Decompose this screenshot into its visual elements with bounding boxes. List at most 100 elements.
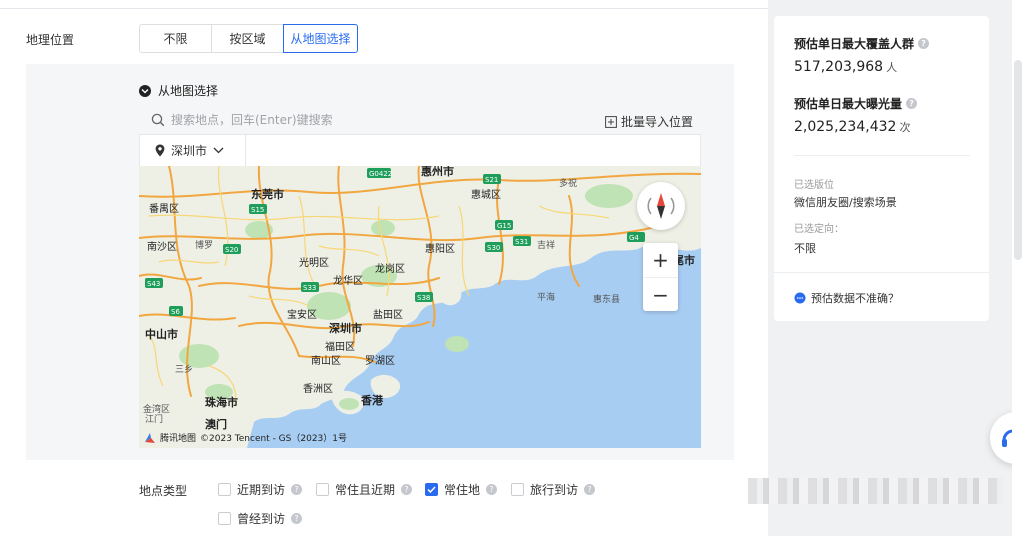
blurred-region	[748, 478, 1003, 504]
checkbox[interactable]	[316, 483, 329, 496]
map-label-duoxiang: 多祝	[559, 179, 578, 189]
checkbox[interactable]	[511, 483, 524, 496]
targeting-value: 不限	[794, 242, 816, 255]
map-label-longgang: 龙岗区	[375, 264, 405, 275]
map-label-sanxiang: 三乡	[175, 365, 194, 375]
map-label-huidong: 惠东县	[593, 295, 621, 305]
geo-option-from-map[interactable]: 从地图选择	[283, 24, 358, 53]
city-name: 深圳市	[171, 144, 208, 158]
map-label-macau: 澳门	[205, 418, 227, 431]
map-label-zhongshan: 中山市	[145, 328, 178, 341]
estimate-card: 预估单日最大覆盖人群 ? 517,203,968 人 预估单日最大曝光量 ? 2,…	[774, 16, 989, 321]
batch-import-button[interactable]: 批量导入位置	[605, 113, 693, 130]
city-selector[interactable]: 深圳市	[140, 135, 246, 166]
map-label-dongguan: 东莞市	[251, 188, 284, 201]
location-type-option-resident-and-recent[interactable]: 常住且近期 ?	[316, 481, 413, 498]
tencent-map-logo-icon	[144, 432, 156, 444]
city-row: 深圳市	[139, 134, 701, 166]
max-coverage-number: 517,203,968	[794, 59, 884, 75]
help-icon[interactable]: ?	[401, 484, 413, 495]
option-label: 曾经到访	[237, 512, 286, 526]
zoom-control: + −	[643, 243, 678, 311]
road-badge-s33: S33	[303, 284, 316, 292]
map-search-row: 批量导入位置	[139, 106, 701, 134]
map-label-panyu: 番禺区	[149, 204, 179, 215]
road-badge-s21: S21	[485, 176, 498, 184]
location-type-option-travel[interactable]: 旅行到访 ?	[511, 481, 596, 498]
geo-label: 地理位置	[26, 33, 75, 47]
search-icon	[151, 113, 165, 127]
map-label-yantian: 盐田区	[373, 310, 403, 321]
location-pin-icon	[155, 144, 165, 157]
divider	[794, 155, 970, 156]
max-coverage-value: 517,203,968 人	[794, 59, 897, 75]
road-badge-s38: S38	[417, 294, 430, 302]
road-badge-s15: S15	[251, 206, 264, 214]
road-badge-g0422: G0422	[369, 170, 392, 178]
chat-bubble-icon	[794, 292, 806, 304]
geo-segmented-control: 不限 按区域 从地图选择	[139, 24, 358, 53]
max-exposure-unit: 次	[899, 121, 911, 134]
placement-label: 已选版位	[794, 180, 834, 191]
targeting-label: 已选定向：	[794, 224, 844, 235]
chevron-down-icon	[213, 147, 224, 154]
map-label-longhua: 龙华区	[333, 276, 363, 287]
map-view[interactable]: G0422 S21 S30 G15 S33 S43 S38 S15 S31 G4…	[139, 166, 701, 448]
road-badge-g4: G4	[629, 234, 639, 242]
map-label-hongkong: 香港	[361, 394, 383, 407]
inaccurate-estimate-link[interactable]: 预估数据不准确？	[794, 290, 899, 306]
batch-import-label: 批量导入位置	[620, 115, 693, 129]
map-label-pinghai: 平海	[537, 293, 556, 303]
location-type-label: 地点类型	[139, 484, 188, 498]
location-type-option-recent[interactable]: 近期到访 ?	[218, 481, 303, 498]
geo-option-unlimited[interactable]: 不限	[139, 24, 212, 53]
map-search-input[interactable]	[171, 113, 571, 127]
divider	[774, 272, 989, 273]
help-icon[interactable]: ?	[486, 484, 498, 495]
map-label-huicheng: 惠城区	[471, 190, 501, 201]
help-icon[interactable]: ?	[918, 38, 930, 49]
road-badge-s31: S31	[515, 238, 528, 246]
help-icon[interactable]: ?	[291, 484, 303, 495]
compass-button[interactable]	[637, 182, 685, 230]
road-badge-s43: S43	[147, 280, 160, 288]
zoom-out-button[interactable]: −	[643, 277, 678, 311]
option-label: 常住地	[444, 483, 481, 497]
checkbox[interactable]	[218, 512, 231, 525]
map-label-huizhou: 惠州市	[421, 166, 454, 178]
map-label-guangming: 光明区	[299, 258, 329, 269]
check-icon	[427, 486, 436, 493]
road-badge-g15: G15	[497, 222, 511, 230]
max-coverage-title: 预估单日最大覆盖人群 ?	[794, 35, 930, 52]
plus-square-icon	[605, 115, 617, 128]
map-label-luohu: 罗湖区	[365, 356, 395, 367]
location-type-option-visited[interactable]: 曾经到访 ?	[218, 510, 303, 527]
map-label-nansha: 南沙区	[147, 242, 177, 253]
help-icon[interactable]: ?	[584, 484, 596, 495]
geo-option-by-region[interactable]: 按区域	[211, 24, 284, 53]
zoom-in-button[interactable]: +	[643, 243, 678, 277]
map-attribution: 腾讯地图 ©2023 Tencent - GS（2023）1号	[144, 431, 347, 444]
map-label-xiangzhou: 香洲区	[303, 384, 333, 395]
map-label-jixiang: 吉祥	[537, 241, 556, 251]
road-badge-s6: S6	[171, 308, 180, 316]
inaccurate-estimate-text: 预估数据不准确？	[811, 292, 899, 305]
option-label: 近期到访	[237, 483, 286, 497]
option-label: 旅行到访	[530, 483, 579, 497]
map-label-huiyang: 惠阳区	[425, 244, 455, 255]
help-icon[interactable]: ?	[906, 98, 918, 109]
checkbox-checked[interactable]	[425, 483, 438, 496]
max-coverage-unit: 人	[886, 61, 898, 74]
map-section-title[interactable]: 从地图选择	[139, 82, 218, 99]
placement-value: 微信朋友圈/搜索场景	[794, 196, 897, 209]
map-label-jiangmen: 江门	[145, 415, 164, 425]
scrollbar-thumb[interactable]	[1014, 60, 1022, 260]
map-label-futian: 福田区	[325, 342, 355, 353]
road-badge-s20: S20	[225, 246, 238, 254]
checkbox[interactable]	[218, 483, 231, 496]
help-icon[interactable]: ?	[291, 513, 303, 524]
location-type-option-resident[interactable]: 常住地 ?	[425, 481, 498, 498]
max-exposure-title: 预估单日最大曝光量 ?	[794, 95, 918, 112]
chevron-down-icon	[139, 84, 151, 97]
max-exposure-title-text: 预估单日最大曝光量	[794, 97, 903, 111]
